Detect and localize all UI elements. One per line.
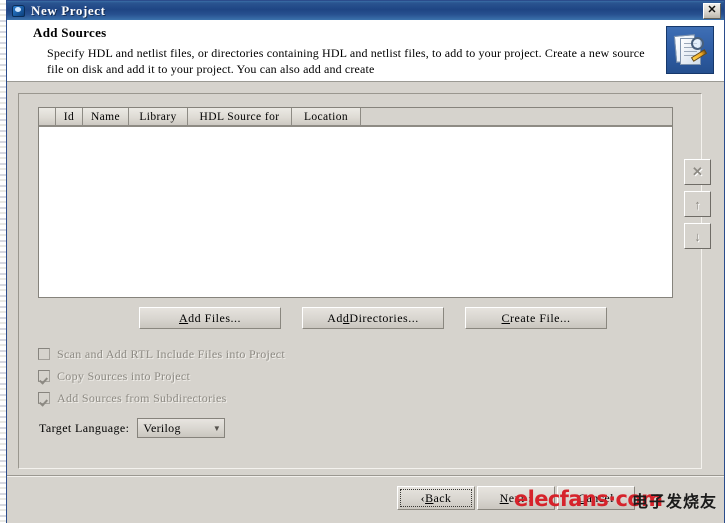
target-language-value: Verilog: [143, 420, 181, 435]
table-header-row: Id Name Library HDL Source for Location: [39, 108, 672, 127]
list-tool-buttons: ✕ ↑ ↓: [684, 159, 712, 255]
source-action-buttons: Add Files... Ad d Directories... Create F…: [139, 307, 609, 329]
back-button[interactable]: ‹ Back: [397, 486, 475, 510]
target-language-label: Target Language:: [39, 420, 130, 435]
add-files-button[interactable]: Add Files...: [139, 307, 281, 329]
dialog-header: Add Sources Specify HDL and netlist file…: [7, 20, 724, 82]
new-project-dialog: New Project ✕ Add Sources Specify HDL an…: [6, 0, 725, 523]
app-globe-icon: [11, 3, 27, 19]
add-sources-from-subdirectories-checkbox[interactable]: Add Sources from Subdirectories: [38, 387, 285, 409]
move-down-button[interactable]: ↓: [684, 223, 711, 249]
move-up-button[interactable]: ↑: [684, 191, 711, 217]
source-files-table[interactable]: Id Name Library HDL Source for Location: [38, 107, 673, 298]
window-title: New Project: [31, 2, 106, 18]
add-sources-from-subdirectories-label: Add Sources from Subdirectories: [57, 390, 227, 405]
copy-sources-into-project-box[interactable]: [38, 370, 50, 382]
footer-separator: [7, 475, 724, 477]
sources-group-panel: Id Name Library HDL Source for Location …: [18, 93, 711, 469]
page-description: Specify HDL and netlist files, or direct…: [47, 46, 645, 76]
dialog-body: Id Name Library HDL Source for Location …: [7, 82, 724, 523]
add-sources-from-subdirectories-box[interactable]: [38, 392, 50, 404]
options-checkbox-group: Scan and Add RTL Include Files into Proj…: [38, 343, 285, 409]
chevron-down-icon[interactable]: ▼: [209, 424, 224, 433]
close-icon[interactable]: ✕: [703, 2, 721, 19]
remove-source-button[interactable]: ✕: [684, 159, 711, 185]
next-label-post: ext ›: [508, 490, 533, 505]
target-language-row: Target Language: Verilog ▼: [39, 418, 226, 438]
column-header-id[interactable]: Id: [56, 108, 83, 126]
add-directories-button[interactable]: Ad d Directories...: [302, 307, 444, 329]
add-directories-label-pre: Ad: [327, 310, 343, 325]
next-mnemonic: N: [499, 490, 509, 505]
cancel-button[interactable]: Cancel: [557, 486, 635, 510]
scan-add-rtl-include-files-box[interactable]: [38, 348, 50, 360]
cancel-mnemonic: C: [578, 490, 587, 505]
table-body-empty[interactable]: [39, 127, 672, 297]
add-files-label-post: dd Files...: [188, 310, 241, 325]
column-header-selector[interactable]: [39, 108, 56, 126]
copy-sources-into-project-label: Copy Sources into Project: [57, 368, 191, 383]
target-language-select[interactable]: Verilog ▼: [137, 418, 226, 438]
scan-add-rtl-include-files-label: Scan and Add RTL Include Files into Proj…: [57, 346, 286, 361]
add-files-mnemonic: A: [178, 310, 189, 325]
create-file-button[interactable]: Create File...: [465, 307, 607, 329]
cancel-label-post: ancel: [586, 490, 614, 505]
column-header-name[interactable]: Name: [83, 108, 129, 126]
create-file-mnemonic: C: [501, 310, 511, 325]
add-directories-label-post: Directories...: [349, 310, 419, 325]
column-header-hdl-source-for[interactable]: HDL Source for: [188, 108, 292, 126]
add-sources-icon: [666, 26, 714, 74]
column-header-location[interactable]: Location: [292, 108, 361, 126]
copy-sources-into-project-checkbox[interactable]: Copy Sources into Project: [38, 365, 285, 387]
focus-ring: [400, 489, 472, 507]
title-bar: New Project ✕: [7, 1, 724, 20]
scan-add-rtl-include-files-checkbox[interactable]: Scan and Add RTL Include Files into Proj…: [38, 343, 285, 365]
column-header-library[interactable]: Library: [129, 108, 188, 126]
create-file-label-post: reate File...: [510, 310, 571, 325]
next-button[interactable]: Next ›: [477, 486, 555, 510]
page-title: Add Sources: [33, 25, 107, 40]
wizard-navigation-buttons: ‹ Back Next › Cancel: [397, 486, 637, 510]
column-header-filler: [361, 108, 672, 126]
